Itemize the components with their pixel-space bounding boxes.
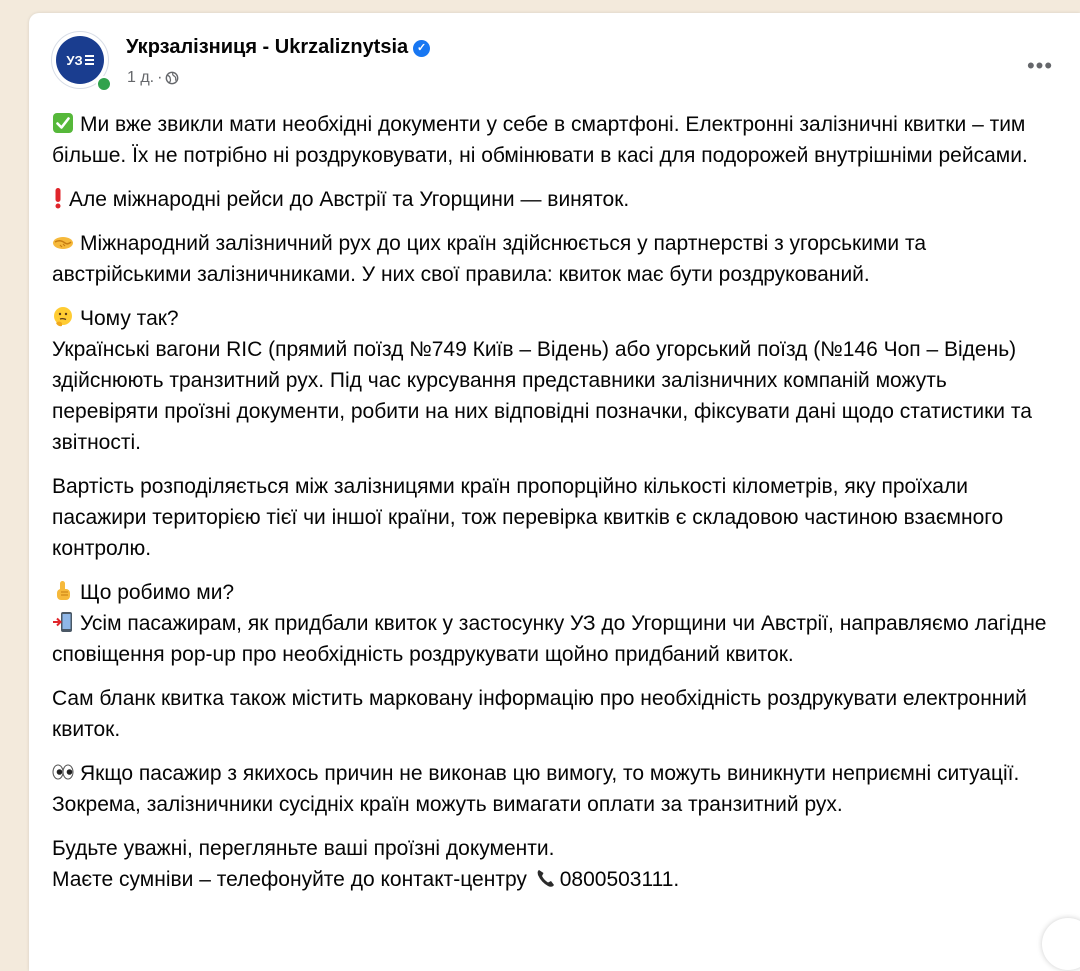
- paragraph-4: Чому так? Українські вагони RIC (прямий …: [52, 303, 1052, 458]
- post-card: УЗ Укрзалізниця - Ukrzaliznytsia ✓ 1 д. ·…: [29, 13, 1080, 971]
- post-body: Ми вже звикли мати необхідні документи у…: [52, 109, 1052, 908]
- paragraph-4-text: Українські вагони RIC (прямий поїзд №749…: [52, 338, 1032, 454]
- paragraph-1: Ми вже звикли мати необхідні документи у…: [52, 109, 1052, 171]
- globe-icon[interactable]: [165, 71, 179, 85]
- post-header: УЗ Укрзалізниця - Ukrzaliznytsia ✓ 1 д. ·…: [51, 31, 1060, 92]
- page-name[interactable]: Укрзалізниця - Ukrzaliznytsia: [126, 36, 408, 58]
- phone-number-link[interactable]: 0800503111.: [560, 868, 680, 891]
- paragraph-6-title: Що робимо ми?: [80, 581, 235, 604]
- paragraph-7: Сам бланк квитка також містить марковану…: [52, 683, 1052, 745]
- paragraph-9: Будьте уважні, перегляньте ваші проїзні …: [52, 833, 1052, 895]
- paragraph-2-text: Але міжнародні рейси до Австрії та Угорщ…: [69, 188, 630, 211]
- pointing-up-icon: [57, 581, 70, 600]
- post-time[interactable]: 1 д.: [127, 69, 154, 87]
- paragraph-5: Вартість розподіляється між залізницями …: [52, 471, 1052, 564]
- paragraph-9-line-2: Маєте сумніви – телефонуйте до контакт-ц…: [52, 868, 527, 891]
- paragraph-8: Якщо пасажир з якихось причин не виконав…: [52, 758, 1052, 820]
- telephone-icon: [537, 870, 554, 887]
- avatar-text: УЗ: [66, 52, 83, 68]
- post-meta: 1 д. ·: [127, 69, 179, 87]
- avatar-logo: УЗ: [56, 36, 104, 84]
- more-options-button[interactable]: •••: [1022, 55, 1058, 81]
- paragraph-3-text: Міжнародний залізничний рух до цих країн…: [52, 232, 927, 286]
- paragraph-6-text: Усім пасажирам, як придбали квиток у зас…: [52, 612, 1047, 666]
- online-status-dot: [96, 76, 112, 92]
- check-mark-button-icon: [53, 113, 73, 133]
- page-name-link[interactable]: Укрзалізниця - Ukrzaliznytsia ✓: [126, 36, 431, 59]
- paragraph-8-text: Якщо пасажир з якихось причин не виконав…: [52, 762, 1020, 816]
- paragraph-9-line-1: Будьте уважні, перегляньте ваші проїзні …: [52, 837, 555, 860]
- paragraph-2: Але міжнародні рейси до Австрії та Угорщ…: [52, 184, 1052, 215]
- meta-separator: ·: [157, 69, 163, 86]
- handshake-icon: [53, 237, 73, 249]
- paragraph-6: Що робимо ми? Усім пасажирам, як придбал…: [52, 577, 1052, 670]
- paragraph-4-title: Чому так?: [80, 307, 179, 330]
- paragraph-3: Міжнародний залізничний рух до цих країн…: [52, 228, 1052, 290]
- page-avatar[interactable]: УЗ: [51, 31, 112, 92]
- eyes-icon: [52, 764, 74, 780]
- verified-badge-icon: ✓: [413, 40, 431, 57]
- thinking-face-icon: [54, 307, 72, 327]
- paragraph-7-text: Сам бланк квитка також містить марковану…: [52, 687, 1027, 741]
- paragraph-5-text: Вартість розподіляється між залізницями …: [52, 475, 1004, 560]
- avatar-stripes: [84, 53, 94, 67]
- mobile-arrow-icon: [53, 612, 72, 632]
- paragraph-1-text: Ми вже звикли мати необхідні документи у…: [52, 113, 1028, 167]
- exclamation-icon: [55, 188, 61, 209]
